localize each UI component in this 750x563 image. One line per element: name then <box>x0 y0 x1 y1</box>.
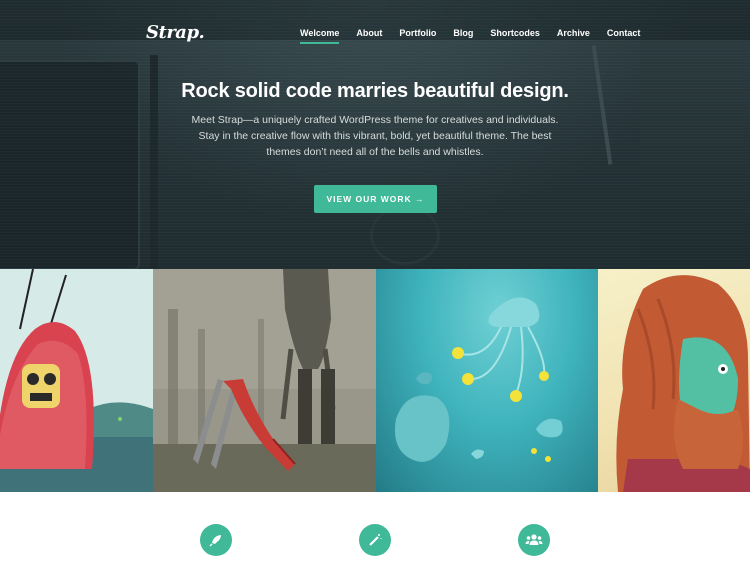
nav-item-archive[interactable]: Archive <box>557 28 590 44</box>
nav-item-blog[interactable]: Blog <box>453 28 473 44</box>
hero-section: Strap. Welcome About Portfolio Blog Shor… <box>0 0 750 269</box>
slide-illustration <box>153 269 376 492</box>
jellyfish-illustration <box>395 297 563 462</box>
nav-item-portfolio[interactable]: Portfolio <box>399 28 436 44</box>
site-logo[interactable]: Strap. <box>146 22 205 43</box>
gallery-tile-bearded[interactable] <box>598 269 750 492</box>
gallery-tile-monster[interactable] <box>0 269 153 492</box>
nav-item-contact[interactable]: Contact <box>607 28 641 44</box>
hero-headline: Rock solid code marries beautiful design… <box>181 80 569 102</box>
gallery-tile-jellyfish[interactable] <box>376 269 598 492</box>
portfolio-gallery <box>0 269 750 492</box>
magic-wand-icon <box>359 524 391 556</box>
main-nav: Welcome About Portfolio Blog Shortcodes … <box>300 28 657 44</box>
gallery-tile-slide[interactable] <box>153 269 376 492</box>
rocket-icon <box>200 524 232 556</box>
hero-intro: Meet Strap—a uniquely crafted WordPress … <box>191 114 559 158</box>
view-our-work-button[interactable]: VIEW OUR WORK → <box>314 185 437 213</box>
features-section <box>0 492 750 563</box>
nav-item-shortcodes[interactable]: Shortcodes <box>490 28 540 44</box>
bearded-illustration <box>616 275 750 492</box>
users-icon <box>518 524 550 556</box>
monster-illustration <box>0 269 153 492</box>
nav-item-welcome[interactable]: Welcome <box>300 28 340 44</box>
nav-item-about[interactable]: About <box>356 28 382 44</box>
